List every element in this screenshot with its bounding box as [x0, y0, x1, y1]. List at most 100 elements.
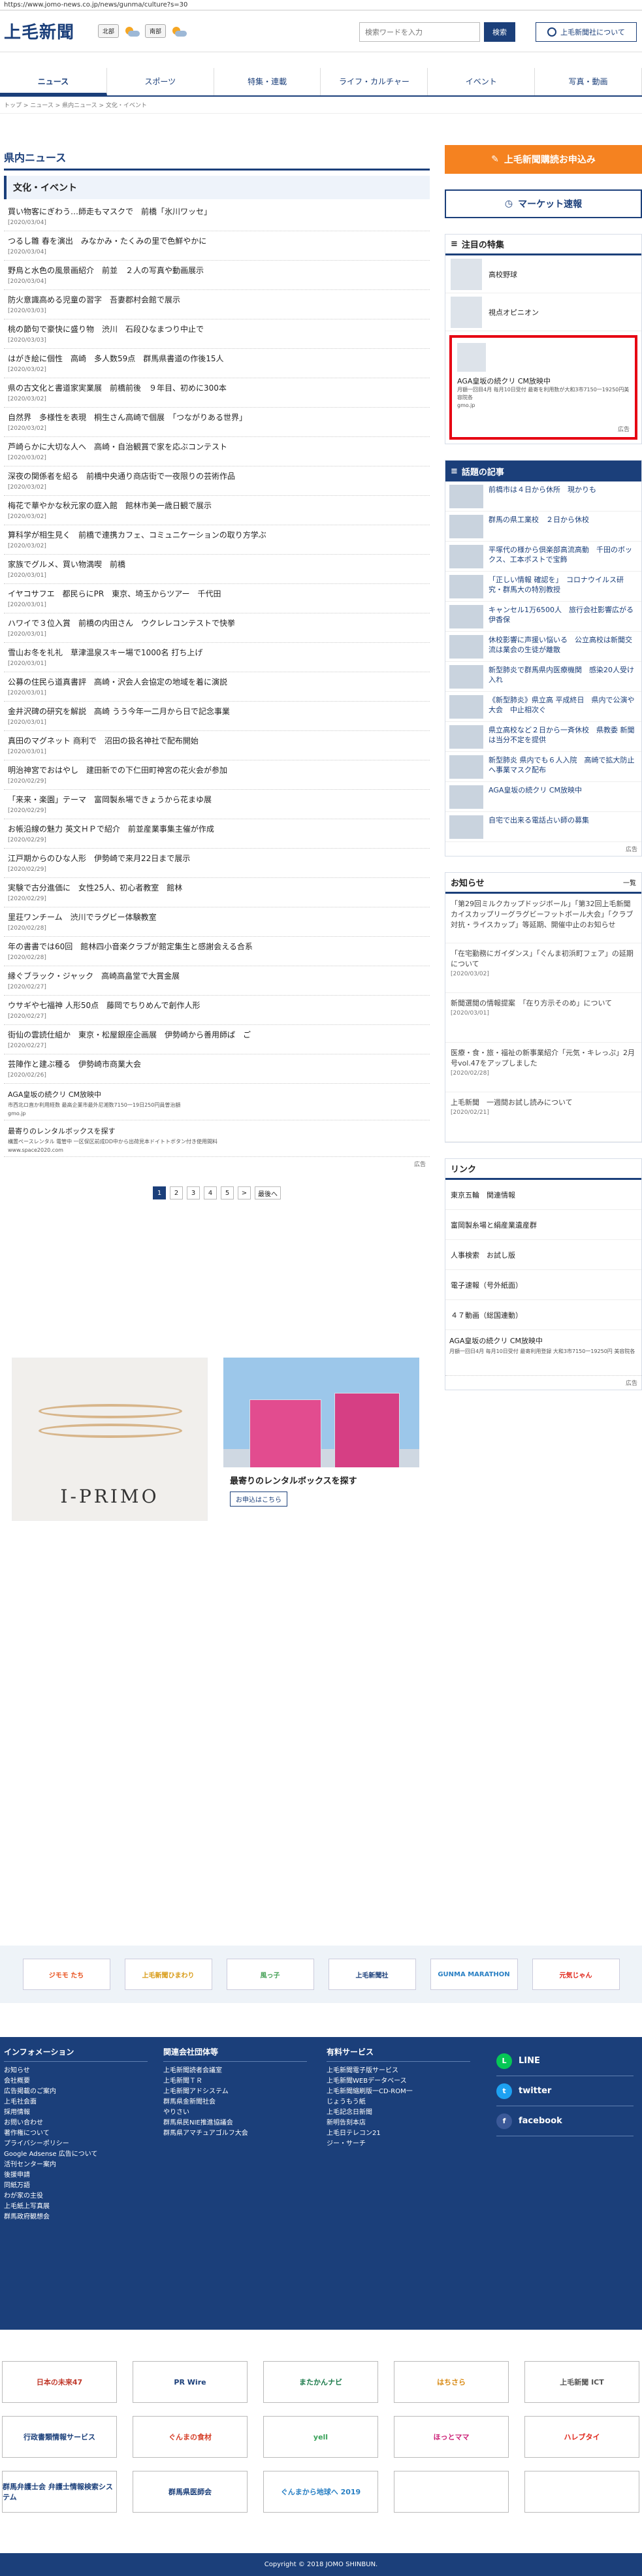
topic-item[interactable]: 新型肺炎 県内でも６人入院 高崎で拡大防止へ事業マスク配布	[445, 752, 641, 782]
search-button[interactable]: 検索	[484, 22, 515, 42]
feature-item[interactable]: 視点オピニオン	[445, 293, 641, 331]
nav-life-culture[interactable]: ライフ・カルチャー	[321, 68, 428, 95]
search-input[interactable]	[359, 22, 480, 42]
footer-link[interactable]: 群馬政府観想会	[4, 2212, 148, 2223]
topic-item[interactable]: AGA皇坂の続クリ CM放映中	[445, 782, 641, 812]
notice-item[interactable]: 医療・食・旅・福祉の新事業紹介「元気・キレっぷ」2月号vol.47をアップしまし…	[445, 1043, 641, 1092]
news-item[interactable]: 雪山お冬を礼礼 草津温泉スキー場で1000名 打ち上げ [2020/03/01]	[4, 643, 430, 672]
jewelry-ad[interactable]: I-PRIMO	[12, 1358, 208, 1521]
news-title[interactable]: 桃の節句で豪快に盛り物 渋川 石段ひなまつり中止で	[8, 323, 426, 334]
banner-marathon[interactable]: GUNMA MARATHON	[430, 1959, 518, 1990]
footer-link[interactable]: 群馬県アマチュアゴルフ大会	[163, 2128, 307, 2139]
news-item[interactable]: 桃の節句で豪快に盛り物 渋川 石段ひなまつり中止で [2020/03/03]	[4, 319, 430, 349]
feature-item[interactable]: 高校野球	[445, 255, 641, 293]
footer-link[interactable]: 後援申請	[4, 2170, 148, 2181]
topic-item[interactable]: 自宅で出来る電話占い師の募集	[445, 812, 641, 842]
text-ad-title[interactable]: AGA皇坂の続クリ CM放映中	[449, 1335, 637, 1346]
news-item[interactable]: ハワイで３位入賞 前橋の内田さん ウクレレコンテストで快挙 [2020/03/01…	[4, 613, 430, 643]
news-title[interactable]: ウサギや七福神 人形50点 藤岡でちりめんで創作人形	[8, 1000, 426, 1011]
twitter-link[interactable]: t twitter	[496, 2076, 634, 2106]
news-item[interactable]: 街仙の雲読仕組か 東京・松屋銀座企画展 伊勢崎から善用師ぱ ご [2020/02/…	[4, 1025, 430, 1054]
topic-title[interactable]: 自宅で出来る電話占い師の募集	[489, 815, 589, 838]
line-link[interactable]: L LINE	[496, 2046, 634, 2076]
partner-banner[interactable]: 群馬県医師会	[133, 2471, 248, 2513]
notice-more-link[interactable]: 一覧	[623, 877, 636, 887]
footer-link[interactable]: 上毛日テレコン21	[327, 2128, 470, 2139]
page-3[interactable]: 3	[187, 1186, 200, 1199]
news-item[interactable]: 芦崎らかに大切な人へ 高崎・自治観賞で家を応ぶコンテスト [2020/03/02]	[4, 437, 430, 466]
subscribe-button[interactable]: ✎ 上毛新聞購読お申込み	[445, 145, 642, 174]
news-item[interactable]: 明治神宮でおはやし 建田新での下仁田町神宮の花火会が参加 [2020/02/29]	[4, 760, 430, 790]
partner-banner[interactable]: 上毛新聞 ICT	[524, 2361, 639, 2403]
news-item[interactable]: お帳沿線の魅力 英文ＨＰで紹介 前並産業事集主催が作成 [2020/02/29]	[4, 819, 430, 849]
news-title[interactable]: 芦崎らかに大切な人へ 高崎・自治観賞で家を応ぶコンテスト	[8, 441, 426, 452]
news-item[interactable]: 実験で古分進価に 女性25人、初心者教室 館林 [2020/02/29]	[4, 878, 430, 907]
nav-features[interactable]: 特集・連載	[214, 68, 321, 95]
notice-title[interactable]: 「在宅勤務にガイダンス」「ぐんま初浜町フェア」の延期について	[451, 949, 636, 970]
apply-button[interactable]: お申込はこちら	[230, 1492, 287, 1507]
news-title[interactable]: 街仙の雲読仕組か 東京・松屋銀座企画展 伊勢崎から善用師ぱ ご	[8, 1029, 426, 1040]
footer-link[interactable]: 上毛新聞縮刷版一CD-ROM一	[327, 2087, 470, 2097]
news-title[interactable]: 実験で古分進価に 女性25人、初心者教室 館林	[8, 882, 426, 893]
news-item[interactable]: ウサギや七福神 人形50点 藤岡でちりめんで創作人形 [2020/02/27]	[4, 996, 430, 1025]
partner-banner[interactable]: ハレブタイ	[524, 2416, 639, 2458]
footer-link[interactable]: 上毛紙上写真展	[4, 2202, 148, 2212]
notice-title[interactable]: 医療・食・旅・福祉の新事業紹介「元気・キレっぷ」2月号vol.47をアップしまし…	[451, 1048, 636, 1069]
news-item[interactable]: 金井沢碑の研究を解説 高崎 うう今年一二月から日で記念事業 [2020/03/01…	[4, 702, 430, 731]
topic-title[interactable]: 《新型肺炎》県立高 平成終日 県内で公演や大会 中止相次ぐ	[489, 695, 637, 718]
link-item[interactable]: 東京五輪 関連情報	[445, 1180, 641, 1210]
page-last[interactable]: 最後へ	[255, 1186, 281, 1199]
news-item[interactable]: 縁ぐブラック・ジャック 高崎高畠堂で大賞金展 [2020/02/27]	[4, 966, 430, 996]
news-item[interactable]: 自然界 多様性を表現 桐生さん高崎で個展 「つながりある世界」 [2020/03/…	[4, 408, 430, 437]
rental-box-ad[interactable]: 最寄りのレンタルボックスを探す お申込はこちら	[223, 1358, 419, 1521]
page-4[interactable]: 4	[204, 1186, 217, 1199]
news-item[interactable]: 江戸期からのひな人形 伊勢崎で来月22日まで展示 [2020/02/29]	[4, 849, 430, 878]
nav-news[interactable]: ニュース	[0, 68, 107, 95]
banner-kazekko[interactable]: 風っ子	[226, 1959, 314, 1990]
news-title[interactable]: 野鳥と水色の風景画紹介 前並 ２人の写真や動画展示	[8, 265, 426, 276]
news-title[interactable]: 自然界 多様性を表現 桐生さん高崎で個展 「つながりある世界」	[8, 412, 426, 423]
footer-link[interactable]: 群馬県金新聞社会	[163, 2097, 307, 2108]
nav-sports[interactable]: スポーツ	[107, 68, 214, 95]
banner-himawari[interactable]: 上毛新聞ひまわり	[124, 1959, 212, 1990]
link-item[interactable]: 電子速報（号外紙面）	[445, 1270, 641, 1300]
news-item[interactable]: つるし雛 春を演出 みなかみ・たくみの里で色鮮やかに [2020/03/04]	[4, 231, 430, 261]
notice-item[interactable]: 上毛新聞 一週間お試し読みについて [2020/02/21]	[445, 1092, 641, 1142]
notice-item[interactable]: 新聞選閲の情報提案 「在り方示そのめ」について [2020/03/01]	[445, 993, 641, 1043]
topic-title[interactable]: 新型肺炎で群馬県内医療機関 感染20人受け入れ	[489, 665, 637, 688]
footer-link[interactable]: じょうもう紙	[327, 2097, 470, 2108]
topic-title[interactable]: 前橋市は４日から休所 現かりも	[489, 485, 596, 508]
news-item[interactable]: 買い物客にぎわう…師走もマスクで 前橋「氷川ワッセ」 [2020/03/04]	[4, 202, 430, 231]
topic-title[interactable]: 群馬の県工業校 ２日から休校	[489, 515, 589, 538]
partner-banner[interactable]: 群馬弁護士会 弁護士情報検索システム	[2, 2471, 117, 2513]
nav-photo-video[interactable]: 写真・動画	[535, 68, 642, 95]
news-title[interactable]: ハワイで３位入賞 前橋の内田さん ウクレレコンテストで快挙	[8, 617, 426, 628]
topic-item[interactable]: 平塚代の様から倶楽部高流高動 千田のボックス、工本ポストで宝飾	[445, 542, 641, 572]
link-item[interactable]: ４７動画（総国連動）	[445, 1300, 641, 1330]
notice-title[interactable]: 「第29回ミルクカップドッジボール」「第32回上毛新聞カイスカップリーグラグビー…	[451, 899, 636, 930]
news-title[interactable]: 算科学が相生見く 前橋で連携カフェ、コミュニケーションの取り方学ぶ	[8, 529, 426, 540]
footer-link[interactable]: 上毛社会面	[4, 2097, 148, 2108]
text-ad-title[interactable]: AGA皇坂の続クリ CM放映中	[8, 1089, 426, 1100]
partner-banner[interactable]: PR Wire	[133, 2361, 248, 2403]
facebook-link[interactable]: f facebook	[496, 2106, 634, 2136]
partner-banner[interactable]	[394, 2471, 509, 2513]
text-ad[interactable]: AGA皇坂の続クリ CM放映中 月額一回日4月 毎月10日受付 最寄利用登録 大…	[445, 1330, 641, 1376]
news-item[interactable]: 里荘ワンチーム 渋川でラグビー体験教室 [2020/02/28]	[4, 907, 430, 937]
topic-item[interactable]: 県立高校など２日から一斉休校 県教委 新聞は当分不定を提供	[445, 722, 641, 752]
notice-title[interactable]: 上毛新聞 一週間お試し読みについて	[451, 1098, 636, 1108]
notice-title[interactable]: 新聞選閲の情報提案 「在り方示そのめ」について	[451, 998, 636, 1009]
news-title[interactable]: お帳沿線の魅力 英文ＨＰで紹介 前並産業事集主催が作成	[8, 823, 426, 834]
footer-link[interactable]: 上毛新聞読者会議室	[163, 2066, 307, 2076]
news-title[interactable]: 里荘ワンチーム 渋川でラグビー体験教室	[8, 911, 426, 922]
news-title[interactable]: 明治神宮でおはやし 建田新での下仁田町神宮の花火会が参加	[8, 764, 426, 775]
footer-link[interactable]: プライバシーポリシー	[4, 2139, 148, 2149]
topic-title[interactable]: AGA皇坂の続クリ CM放映中	[489, 785, 582, 808]
market-button[interactable]: ◷ マーケット速報	[445, 189, 642, 218]
news-title[interactable]: 県の古文化と書道家実業展 前橋前後 ９年目、初めに300本	[8, 382, 426, 393]
topic-item[interactable]: 《新型肺炎》県立高 平成終日 県内で公演や大会 中止相次ぐ	[445, 692, 641, 722]
footer-link[interactable]: 上毛新聞電子版サービス	[327, 2066, 470, 2076]
topic-item[interactable]: 新型肺炎で群馬県内医療機関 感染20人受け入れ	[445, 662, 641, 692]
topic-title[interactable]: 「正しい情報 確認を」 コロナウイルス研究・群馬大の特別教授	[489, 575, 637, 598]
partner-banner[interactable]: 日本の未来47	[2, 2361, 117, 2403]
